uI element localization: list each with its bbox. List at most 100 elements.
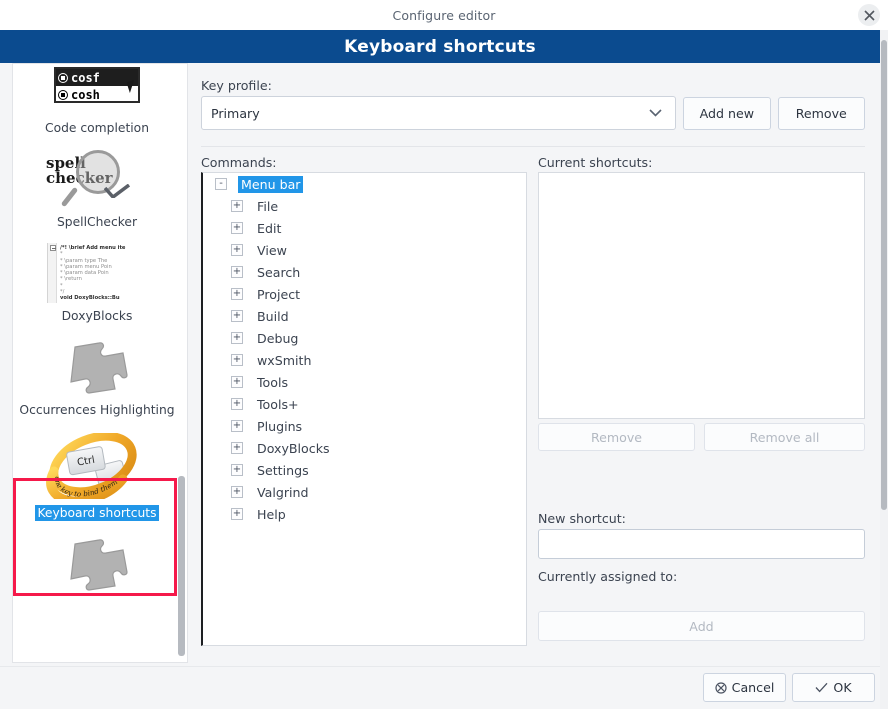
expand-icon[interactable]: + [231, 420, 243, 432]
tree-node-debug[interactable]: + Debug [203, 327, 526, 349]
tree-node-label: File [257, 198, 279, 214]
tree-node-label: Help [257, 506, 286, 522]
cancel-button[interactable]: Cancel [703, 673, 786, 702]
sidebar-item-label: Occurrences Highlighting [19, 403, 175, 418]
tree-node-edit[interactable]: + Edit [203, 217, 526, 239]
tree-node-label: Tools+ [257, 396, 299, 412]
key-profile-label: Key profile: [201, 78, 272, 93]
sidebar-item-next-plugin[interactable] [13, 529, 181, 609]
tree-node-file[interactable]: + File [203, 195, 526, 217]
tree-node-label: DoxyBlocks [257, 440, 330, 456]
sidebar-item-spellchecker[interactable]: spell checker SpellChecker [13, 144, 181, 238]
expand-icon[interactable]: + [231, 486, 243, 498]
tree-node-valgrind[interactable]: + Valgrind [203, 481, 526, 503]
dialog-body: cosf cosh Code completion spell checker … [0, 63, 880, 666]
banner-title: Keyboard shortcuts [344, 36, 536, 57]
window-title: Configure editor [392, 7, 496, 23]
remove-profile-button[interactable]: Remove [777, 96, 865, 130]
close-icon[interactable] [858, 4, 880, 26]
tree-node-help[interactable]: + Help [203, 503, 526, 525]
commands-tree[interactable]: - Menu bar + File + Edit + View + Search… [201, 172, 527, 646]
sidebar-item-label: SpellChecker [56, 215, 138, 230]
code-completion-icon: cosf cosh [32, 64, 162, 116]
ok-button[interactable]: OK [792, 673, 875, 702]
new-shortcut-input[interactable] [539, 530, 864, 558]
sidebar-item-keyboard-shortcuts[interactable]: Ctrl one key to bind them Keyboard short… [13, 427, 181, 529]
expand-icon[interactable]: + [231, 244, 243, 256]
tree-node-menu-bar[interactable]: - Menu bar [203, 173, 526, 195]
expand-icon[interactable]: + [231, 200, 243, 212]
add-new-profile-button[interactable]: Add new [683, 96, 771, 130]
sidebar-scrollbar[interactable] [178, 64, 185, 662]
tree-node-label: Project [257, 286, 301, 302]
sidebar-item-label: Code completion [45, 121, 149, 135]
tree-node-tools[interactable]: + Tools [203, 371, 526, 393]
current-shortcuts-list[interactable] [538, 172, 865, 419]
tree-node-label: Debug [257, 330, 299, 346]
sidebar-item-code-completion[interactable]: cosf cosh Code completion [13, 64, 181, 144]
tree-node-build[interactable]: + Build [203, 305, 526, 327]
tree-node-label: Settings [257, 462, 309, 478]
check-mark-glyph [104, 184, 130, 199]
tree-node-wxsmith[interactable]: + wxSmith [203, 349, 526, 371]
tree-node-settings[interactable]: + Settings [203, 459, 526, 481]
expand-icon[interactable]: + [231, 508, 243, 520]
tree-node-label: Search [257, 264, 301, 280]
cancel-button-label: Cancel [731, 680, 775, 695]
expand-icon[interactable]: + [231, 222, 243, 234]
tree-node-plugins[interactable]: + Plugins [203, 415, 526, 437]
expand-icon[interactable]: + [231, 266, 243, 278]
tree-node-tools-plus[interactable]: + Tools+ [203, 393, 526, 415]
sidebar-item-occurrences-highlighting[interactable]: Occurrences Highlighting [13, 332, 181, 426]
current-shortcuts-label: Current shortcuts: [538, 155, 653, 170]
cancel-circle-icon [715, 681, 727, 694]
close-glyph [863, 9, 875, 21]
expand-icon[interactable]: + [231, 288, 243, 300]
key-profile-value: Primary [211, 105, 260, 121]
sidebar-item-label: Keyboard shortcuts [35, 504, 159, 521]
sidebar-scrollbar-thumb[interactable] [178, 476, 185, 656]
panel-divider [201, 146, 865, 147]
new-shortcut-label: New shortcut: [538, 511, 626, 526]
tree-node-label: wxSmith [257, 352, 312, 368]
expand-icon[interactable]: + [231, 310, 243, 322]
tree-node-label: Tools [257, 374, 289, 390]
dialog-vertical-scrollbar[interactable] [880, 30, 888, 709]
sidebar-item-label: DoxyBlocks [61, 309, 133, 324]
expand-icon[interactable]: + [231, 442, 243, 454]
tree-node-label: Menu bar [238, 175, 304, 193]
puzzle-piece-icon [32, 533, 162, 595]
tree-node-label: Plugins [257, 418, 303, 434]
puzzle-piece-icon [32, 336, 162, 398]
chevron-down-icon[interactable] [635, 97, 675, 129]
settings-category-sidebar: cosf cosh Code completion spell checker … [12, 63, 188, 663]
expand-icon[interactable]: + [231, 332, 243, 344]
code-completion-row-0: cosf [71, 70, 100, 85]
remove-all-shortcuts-button[interactable]: Remove all [704, 423, 865, 451]
sidebar-item-label [95, 599, 99, 601]
doxyblocks-icon: /*! \brief Add menu ite * * \param type … [32, 242, 162, 304]
add-shortcut-button[interactable]: Add [538, 611, 865, 641]
tree-node-project[interactable]: + Project [203, 283, 526, 305]
sidebar-item-doxyblocks[interactable]: /*! \brief Add menu ite * * \param type … [13, 238, 181, 332]
expand-icon[interactable]: + [231, 398, 243, 410]
window-titlebar: Configure editor [0, 0, 888, 30]
expand-icon[interactable]: + [231, 464, 243, 476]
expand-icon[interactable]: + [231, 376, 243, 388]
tree-node-view[interactable]: + View [203, 239, 526, 261]
tree-node-doxyblocks[interactable]: + DoxyBlocks [203, 437, 526, 459]
remove-shortcut-button[interactable]: Remove [538, 423, 695, 451]
section-banner: Keyboard shortcuts [0, 30, 880, 63]
key-profile-select[interactable]: Primary [201, 96, 677, 130]
collapse-icon[interactable]: - [215, 178, 227, 190]
sidebar-item-list: cosf cosh Code completion spell checker … [13, 64, 181, 609]
puzzle-piece-glyph [70, 538, 128, 591]
check-icon [815, 682, 828, 693]
ok-button-label: OK [833, 680, 852, 695]
expand-icon[interactable]: + [231, 354, 243, 366]
tree-node-search[interactable]: + Search [203, 261, 526, 283]
new-shortcut-field[interactable] [538, 529, 865, 559]
currently-assigned-label: Currently assigned to: [538, 569, 678, 584]
chevron-down-glyph [648, 109, 662, 117]
dialog-scrollbar-thumb[interactable] [881, 40, 887, 510]
